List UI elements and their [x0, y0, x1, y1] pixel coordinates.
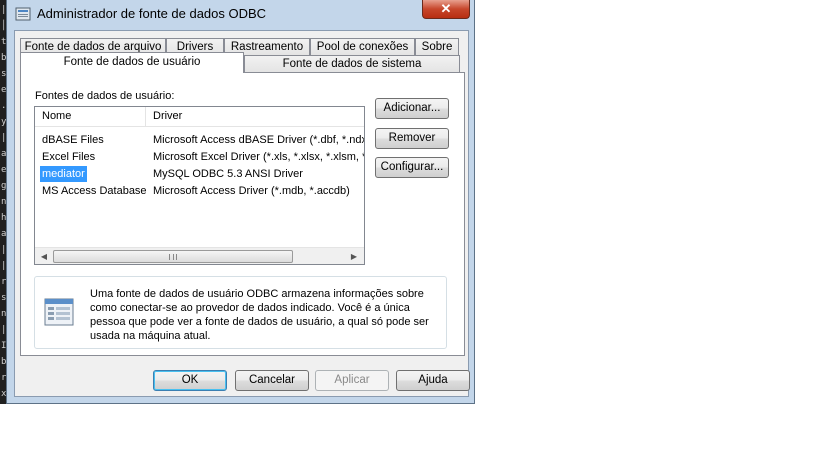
- tab-system-dsn[interactable]: Fonte de dados de sistema: [244, 55, 460, 73]
- apply-button: Aplicar: [315, 370, 389, 391]
- window-title: Administrador de fonte de dados ODBC: [37, 6, 267, 21]
- dsn-name: Excel Files: [42, 151, 96, 163]
- odbc-admin-window: Administrador de fonte de dados ODBC ✕ F…: [6, 0, 475, 404]
- dialog-client-area: Fonte de dados de arquivo Drivers Rastre…: [14, 30, 470, 397]
- user-dsn-panel: Fontes de dados de usuário: Nome Driver …: [20, 72, 465, 356]
- dsn-name: mediator: [40, 166, 87, 182]
- dsn-row-dbase[interactable]: dBASE Files Microsoft Access dBASE Drive…: [35, 132, 365, 149]
- column-header-name[interactable]: Nome: [35, 107, 146, 127]
- tab-about[interactable]: Sobre: [415, 38, 459, 56]
- info-box: Uma fonte de dados de usuário ODBC armaz…: [34, 276, 447, 349]
- odbc-app-icon: [15, 7, 31, 21]
- scroll-left-icon[interactable]: ◀: [36, 249, 52, 264]
- data-source-icon: [44, 298, 74, 326]
- scroll-right-icon[interactable]: ▶: [346, 249, 362, 264]
- dsn-driver: Microsoft Access Driver (*.mdb, *.accdb): [153, 185, 350, 197]
- dsn-driver: MySQL ODBC 5.3 ANSI Driver: [153, 168, 303, 180]
- dsn-name: MS Access Database: [42, 185, 147, 197]
- add-button[interactable]: Adicionar...: [375, 98, 449, 119]
- ok-button[interactable]: OK: [153, 370, 227, 391]
- dsn-name: dBASE Files: [42, 134, 104, 146]
- grip-icon: [169, 254, 177, 260]
- horizontal-scrollbar[interactable]: ◀ ▶: [35, 247, 364, 264]
- info-description: Uma fonte de dados de usuário ODBC armaz…: [90, 288, 429, 342]
- dsn-row-excel[interactable]: Excel Files Microsoft Excel Driver (*.xl…: [35, 149, 365, 166]
- dsn-list[interactable]: Nome Driver dBASE Files Microsoft Access…: [34, 106, 365, 265]
- cancel-button[interactable]: Cancelar: [235, 370, 309, 391]
- dsn-driver: Microsoft Access dBASE Driver (*.dbf, *.…: [153, 134, 365, 146]
- tab-user-dsn[interactable]: Fonte de dados de usuário: [20, 52, 244, 73]
- dsn-driver: Microsoft Excel Driver (*.xls, *.xlsx, *…: [153, 151, 365, 163]
- help-button[interactable]: Ajuda: [396, 370, 470, 391]
- configure-button[interactable]: Configurar...: [375, 157, 449, 178]
- close-button[interactable]: ✕: [422, 0, 470, 19]
- scrollbar-thumb[interactable]: [53, 250, 293, 263]
- remove-button[interactable]: Remover: [375, 128, 449, 149]
- dsn-list-label: Fontes de dados de usuário:: [35, 90, 175, 102]
- dsn-row-mediator[interactable]: mediator MySQL ODBC 5.3 ANSI Driver: [35, 166, 364, 183]
- dsn-row-ms-access[interactable]: MS Access Database Microsoft Access Driv…: [35, 183, 364, 200]
- column-header-driver[interactable]: Driver: [146, 107, 364, 127]
- tab-connection-pooling[interactable]: Pool de conexões: [310, 38, 415, 56]
